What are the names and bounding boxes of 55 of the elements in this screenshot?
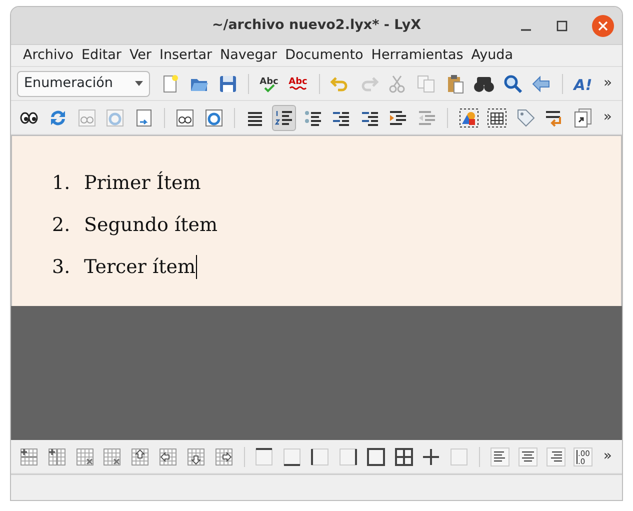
menu-item[interactable]: Editar	[77, 45, 126, 66]
toolbar-overflow-button[interactable]: »	[599, 73, 616, 94]
menu-item[interactable]: Archivo	[19, 45, 78, 66]
document-area[interactable]: 1. Primer Ítem 2. Segundo ítem 3. Tercer ítem	[11, 135, 622, 306]
align-center-icon	[518, 446, 538, 466]
menu-item[interactable]: Herramientas	[367, 45, 468, 66]
table-del-row-icon	[74, 446, 95, 466]
layout-dropdown[interactable]: Enumeración	[17, 70, 150, 96]
cell-border-none-icon	[449, 446, 470, 466]
align-left-icon	[490, 446, 510, 466]
table-row-up-icon	[130, 446, 150, 466]
cell-border-all-icon	[394, 446, 414, 466]
menu-item[interactable]: Insertar	[155, 45, 216, 66]
table-add-row-icon	[18, 446, 39, 466]
documents-arrow-icon	[573, 108, 594, 128]
document-refresh-icon	[105, 108, 126, 128]
document-refresh-icon	[204, 108, 224, 128]
figure-shapes-icon	[458, 108, 479, 128]
cell-border-left-icon	[310, 446, 330, 466]
cell-border-top-icon	[254, 446, 274, 466]
search-icon	[502, 74, 523, 94]
cell-border-inner-icon	[421, 446, 442, 466]
caret-icon	[134, 81, 143, 86]
cell-border-outer-icon	[366, 446, 386, 466]
toolbar-button[interactable]	[272, 104, 296, 130]
document-eyes-icon	[76, 108, 97, 128]
list-item-text: Primer Ítem	[84, 170, 201, 196]
table-col-left-icon	[158, 446, 178, 466]
toolbar-overflow-button[interactable]: »	[599, 446, 616, 467]
list-number: 1.	[52, 170, 72, 196]
menu-item[interactable]: Navegar	[216, 45, 282, 66]
copy-sheets-icon	[416, 74, 436, 94]
cell-border-bottom-icon	[282, 446, 302, 466]
label-tag-icon	[516, 108, 536, 128]
list-number: 2.	[52, 212, 72, 238]
menu-item[interactable]: Ayuda	[467, 45, 517, 66]
list-number: 3.	[52, 254, 72, 280]
align-right-icon	[546, 446, 566, 466]
menu-item[interactable]: Documento	[281, 45, 368, 66]
cell-border-right-icon	[338, 446, 358, 466]
window-title: ~/archivo nuevo2.lyx* - LyX	[212, 16, 422, 36]
table-icon	[487, 108, 508, 128]
left-arrow-icon	[531, 74, 552, 94]
table-del-col-icon	[102, 446, 122, 466]
toolbar-overflow-button[interactable]: »	[599, 107, 616, 128]
table-row-down-icon	[186, 446, 206, 466]
menu-item[interactable]: Ver	[125, 45, 156, 66]
maximize-icon[interactable]	[556, 20, 568, 32]
list-item-text: Segundo ítem	[84, 212, 218, 238]
document-eyes-icon	[175, 108, 196, 128]
close-icon[interactable]	[592, 15, 614, 37]
table-col-right-icon	[214, 446, 234, 466]
table-add-col-icon	[46, 446, 67, 466]
list-item-text: Tercer ítem	[84, 254, 196, 280]
scissors-icon	[387, 74, 408, 94]
